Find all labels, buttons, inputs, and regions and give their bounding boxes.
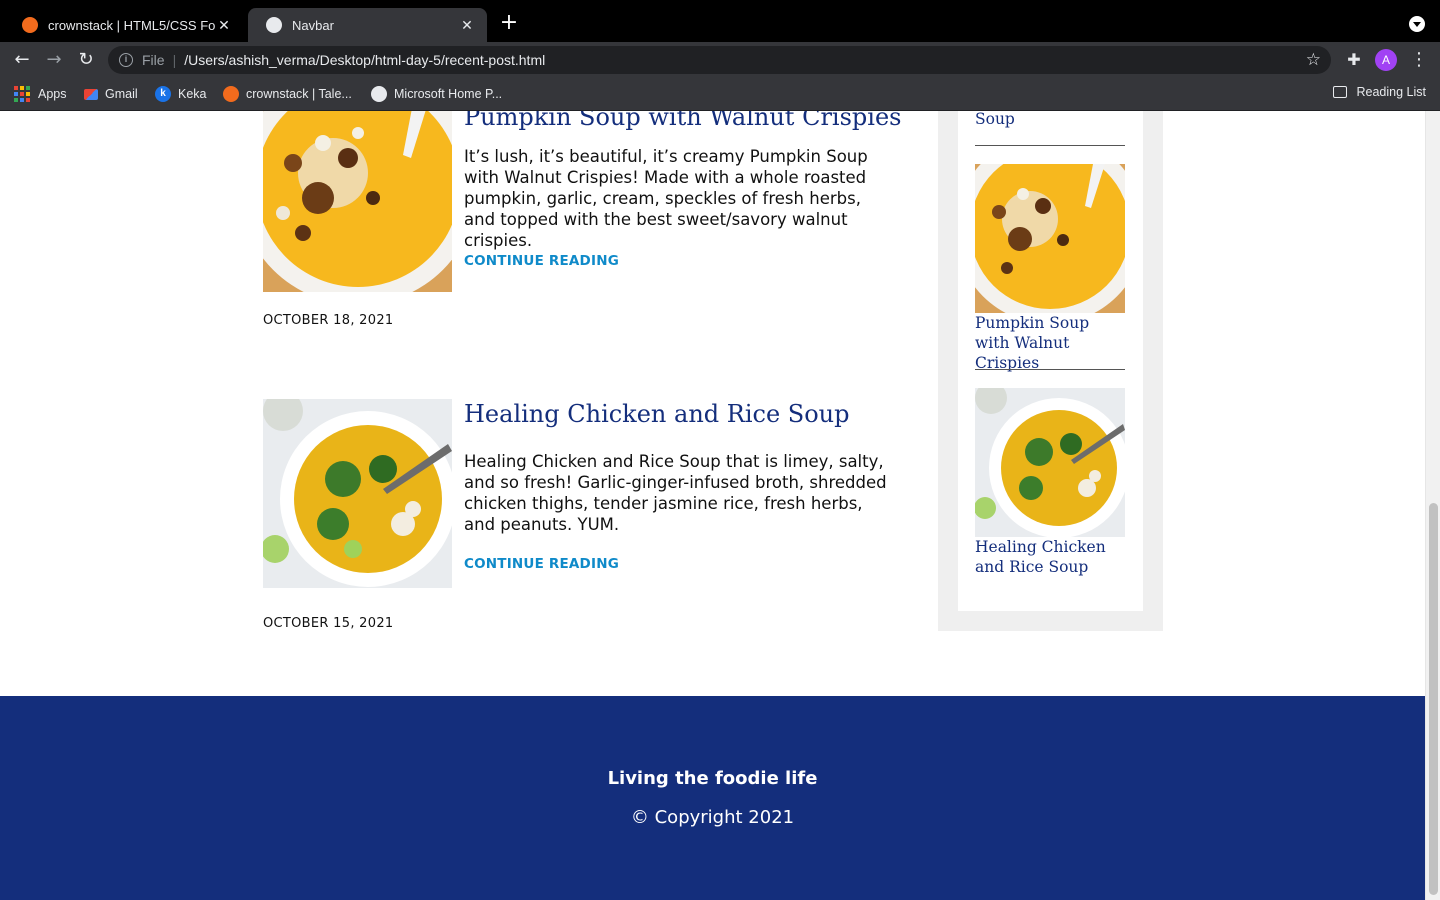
pumpkin-soup-thumbnail[interactable] (975, 164, 1125, 313)
scrollbar-thumb[interactable] (1429, 503, 1438, 895)
post-date: OCTOBER 18, 2021 (263, 313, 394, 328)
tab-navbar[interactable]: Navbar ✕ (248, 8, 487, 42)
bookmark-label: Apps (38, 87, 67, 101)
tab-crownstack[interactable]: crownstack | HTML5/CSS For b ✕ (4, 8, 244, 42)
reload-icon[interactable]: ↻ (74, 48, 98, 72)
browser-tab-strip: crownstack | HTML5/CSS For b ✕ Navbar ✕ … (0, 0, 1440, 42)
pumpkin-soup-image[interactable] (263, 111, 452, 292)
back-arrow-icon[interactable]: ← (10, 48, 34, 72)
bookmark-apps[interactable]: Apps (14, 85, 67, 103)
bookmark-label: Microsoft Home P... (394, 87, 503, 101)
globe-icon (266, 17, 282, 33)
close-tab-icon[interactable]: ✕ (216, 17, 232, 34)
globe-icon (371, 86, 387, 102)
sidebar-post-link[interactable]: Pumpkin Soup with Walnut Crispies (975, 313, 1125, 373)
forward-arrow-icon[interactable]: → (42, 48, 66, 72)
bookmark-keka[interactable]: k Keka (155, 85, 207, 103)
post-title-link[interactable]: Healing Chicken and Rice Soup (464, 400, 850, 428)
reading-list-label: Reading List (1356, 85, 1427, 99)
sidebar-panel: Soup Pumpkin Soup with Walnut Crispies H… (958, 111, 1143, 611)
bookmark-star-icon[interactable]: ☆ (1306, 50, 1321, 70)
bookmark-label: Keka (178, 87, 207, 101)
gmail-icon (84, 88, 98, 100)
post-excerpt: Healing Chicken and Rice Soup that is li… (464, 452, 887, 534)
post-title-link[interactable]: Pumpkin Soup with Walnut Crispies (464, 111, 901, 131)
footer-copyright: © Copyright 2021 (630, 807, 795, 828)
footer-tagline: Living the foodie life (607, 768, 818, 789)
reading-list-icon (1332, 86, 1347, 98)
post-date: OCTOBER 15, 2021 (263, 616, 394, 631)
page-viewport: Pumpkin Soup with Walnut Crispies It’s l… (0, 111, 1440, 900)
new-tab-button[interactable]: + (498, 12, 520, 34)
continue-reading-link[interactable]: CONTINUE READING (464, 253, 619, 269)
sidebar-divider (975, 369, 1125, 370)
continue-reading-link[interactable]: CONTINUE READING (464, 556, 619, 572)
apps-grid-icon (14, 86, 30, 102)
reading-list-button[interactable]: Reading List (1332, 85, 1427, 99)
bookmark-crownstack[interactable]: crownstack | Tale... (223, 85, 352, 103)
tab-title: crownstack | HTML5/CSS For b (48, 17, 216, 33)
address-bar[interactable]: i File | /Users/ashish_verma/Desktop/htm… (108, 46, 1331, 74)
bookmark-label: Gmail (105, 87, 138, 101)
chicken-rice-soup-image[interactable] (263, 399, 452, 588)
url-text: /Users/ashish_verma/Desktop/html-day-5/r… (184, 52, 546, 68)
bookmarks-bar: Apps Gmail k Keka crownstack | Tale... M… (0, 78, 1440, 111)
keka-icon: k (155, 86, 171, 102)
page-scrollbar[interactable] (1425, 111, 1440, 900)
sidebar-post-link[interactable]: Healing Chicken and Rice Soup (975, 537, 1125, 577)
scheme-separator: | (172, 52, 177, 68)
tab-title: Navbar (292, 17, 334, 33)
info-icon[interactable]: i (119, 53, 133, 67)
post-excerpt: It’s lush, it’s beautiful, it’s creamy P… (464, 147, 868, 250)
site-footer: Living the foodie life © Copyright 2021 (0, 696, 1425, 900)
bookmark-microsoft-home[interactable]: Microsoft Home P... (371, 85, 502, 103)
sidebar-post-link[interactable]: Soup (975, 111, 1125, 129)
browser-menu-icon[interactable]: ⋮ (1410, 48, 1428, 72)
extensions-puzzle-icon[interactable]: ✚ (1344, 50, 1364, 70)
recent-posts-sidebar: Soup Pumpkin Soup with Walnut Crispies H… (938, 111, 1163, 631)
close-tab-icon[interactable]: ✕ (459, 17, 475, 34)
scheme-label: File (142, 52, 165, 68)
profile-avatar[interactable]: A (1375, 49, 1397, 71)
crownstack-icon (22, 17, 38, 33)
sidebar-divider (975, 145, 1125, 146)
crownstack-icon (223, 86, 239, 102)
browser-toolbar: ← → ↻ i File | /Users/ashish_verma/Deskt… (0, 42, 1440, 78)
chicken-rice-soup-thumbnail[interactable] (975, 388, 1125, 537)
bookmark-gmail[interactable]: Gmail (84, 85, 138, 103)
tab-search-button[interactable] (1409, 16, 1425, 32)
bookmark-label: crownstack | Tale... (246, 87, 352, 101)
